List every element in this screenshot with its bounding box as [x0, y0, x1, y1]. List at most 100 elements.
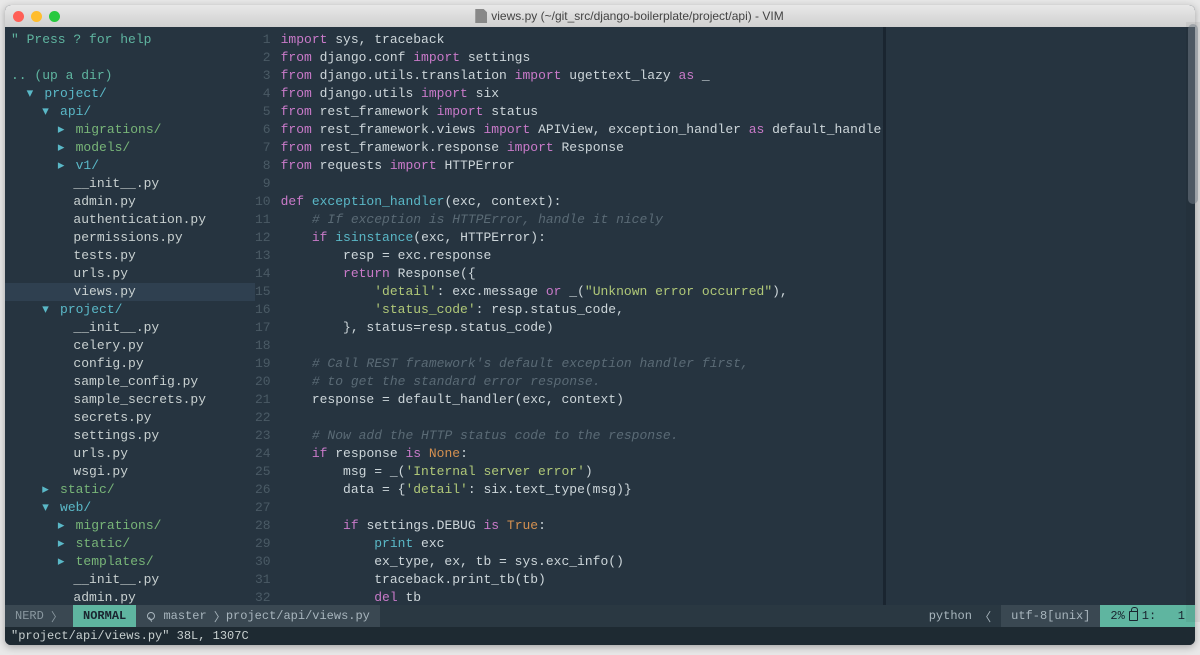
code-line[interactable]: print exc — [281, 535, 883, 553]
code-line[interactable]: return Response({ — [281, 265, 883, 283]
lineno: 15 — [255, 283, 271, 301]
lineno: 21 — [255, 391, 271, 409]
tree-dir[interactable]: ▸ v1/ — [5, 157, 255, 175]
code-line[interactable]: from django.utils.translation import uge… — [281, 67, 883, 85]
tree-file[interactable]: __init__.py — [5, 571, 255, 589]
encoding-indicator: utf-8[unix] — [1001, 605, 1100, 627]
tree-dir[interactable]: ▾ api/ — [5, 103, 255, 121]
tree-dir[interactable]: ▸ models/ — [5, 139, 255, 157]
window-title: views.py (~/git_src/django-boilerplate/p… — [72, 9, 1187, 23]
zoom-icon[interactable] — [49, 11, 60, 22]
git-branch: master 〉project/api/views.py — [136, 605, 380, 627]
code-line[interactable]: ex_type, ex, tb = sys.exc_info() — [281, 553, 883, 571]
minimize-icon[interactable] — [31, 11, 42, 22]
code-line[interactable]: from rest_framework.views import APIView… — [281, 121, 883, 139]
tree-file[interactable]: urls.py — [5, 445, 255, 463]
code-line[interactable]: from rest_framework.response import Resp… — [281, 139, 883, 157]
tree-file[interactable]: wsgi.py — [5, 463, 255, 481]
tree-file[interactable]: admin.py — [5, 193, 255, 211]
lineno: 12 — [255, 229, 271, 247]
code-line[interactable]: # Now add the HTTP status code to the re… — [281, 427, 883, 445]
source-code[interactable]: import sys, tracebackfrom django.conf im… — [277, 27, 883, 605]
tree-file[interactable]: permissions.py — [5, 229, 255, 247]
tree-file[interactable]: secrets.py — [5, 409, 255, 427]
editor-area: " Press ? for help .. (up a dir) ▾ proje… — [5, 27, 1195, 605]
lineno: 16 — [255, 301, 271, 319]
code-line[interactable]: if isinstance(exc, HTTPError): — [281, 229, 883, 247]
code-line[interactable]: traceback.print_tb(tb) — [281, 571, 883, 589]
code-line[interactable]: def exception_handler(exc, context): — [281, 193, 883, 211]
lineno: 31 — [255, 571, 271, 589]
statusline: NERD 〉 NORMAL master 〉project/api/views.… — [5, 605, 1195, 627]
code-line[interactable]: del tb — [281, 589, 883, 605]
lineno: 14 — [255, 265, 271, 283]
tree-dir[interactable]: ▸ static/ — [5, 535, 255, 553]
tree-file[interactable]: __init__.py — [5, 175, 255, 193]
code-line[interactable]: }, status=resp.status_code) — [281, 319, 883, 337]
lineno: 19 — [255, 355, 271, 373]
code-line[interactable]: response = default_handler(exc, context) — [281, 391, 883, 409]
code-line[interactable]: from django.utils import six — [281, 85, 883, 103]
code-line[interactable]: 'status_code': resp.status_code, — [281, 301, 883, 319]
tree-file[interactable]: admin.py — [5, 589, 255, 605]
code-line[interactable] — [281, 409, 883, 427]
lineno: 24 — [255, 445, 271, 463]
lineno: 7 — [255, 139, 271, 157]
code-line[interactable]: if response is None: — [281, 445, 883, 463]
scrollbar[interactable] — [1186, 22, 1195, 622]
code-line[interactable]: msg = _('Internal server error') — [281, 463, 883, 481]
code-line[interactable] — [281, 175, 883, 193]
code-line[interactable]: if settings.DEBUG is True: — [281, 517, 883, 535]
tree-file[interactable]: urls.py — [5, 265, 255, 283]
lineno: 22 — [255, 409, 271, 427]
nerdtree-sidebar[interactable]: " Press ? for help .. (up a dir) ▾ proje… — [5, 27, 255, 605]
titlebar[interactable]: views.py (~/git_src/django-boilerplate/p… — [5, 5, 1195, 27]
tree-file[interactable]: sample_secrets.py — [5, 391, 255, 409]
code-line[interactable]: # If exception is HTTPError, handle it n… — [281, 211, 883, 229]
lineno: 30 — [255, 553, 271, 571]
lineno: 26 — [255, 481, 271, 499]
code-line[interactable]: import sys, traceback — [281, 31, 883, 49]
tree-file[interactable]: config.py — [5, 355, 255, 373]
lineno: 8 — [255, 157, 271, 175]
tree-dir[interactable]: ▸ templates/ — [5, 553, 255, 571]
lineno: 13 — [255, 247, 271, 265]
code-line[interactable]: from django.conf import settings — [281, 49, 883, 67]
lineno: 2 — [255, 49, 271, 67]
lineno: 9 — [255, 175, 271, 193]
tree-file[interactable]: views.py — [5, 283, 255, 301]
empty-buffer[interactable] — [885, 27, 1195, 605]
tree-dir[interactable]: ▸ migrations/ — [5, 121, 255, 139]
branch-icon — [146, 611, 156, 622]
mode-indicator: NORMAL — [73, 605, 136, 627]
tree-dir[interactable]: ▾ project/ — [5, 85, 255, 103]
close-icon[interactable] — [13, 11, 24, 22]
help-line: " Press ? for help — [5, 31, 255, 49]
up-dir[interactable]: .. (up a dir) — [5, 67, 255, 85]
code-line[interactable]: data = {'detail': six.text_type(msg)} — [281, 481, 883, 499]
tree-file[interactable]: authentication.py — [5, 211, 255, 229]
code-line[interactable] — [281, 337, 883, 355]
tree-file[interactable]: sample_config.py — [5, 373, 255, 391]
lineno: 32 — [255, 589, 271, 605]
code-line[interactable]: # to get the standard error response. — [281, 373, 883, 391]
tree-file[interactable]: celery.py — [5, 337, 255, 355]
tree-file[interactable]: __init__.py — [5, 319, 255, 337]
filetype-indicator: python 〈 — [919, 605, 1001, 627]
code-line[interactable]: from rest_framework import status — [281, 103, 883, 121]
code-line[interactable]: from requests import HTTPError — [281, 157, 883, 175]
code-line[interactable] — [281, 499, 883, 517]
scrollbar-thumb[interactable] — [1188, 24, 1195, 204]
tree-dir[interactable]: ▾ web/ — [5, 499, 255, 517]
code-line[interactable]: resp = exc.response — [281, 247, 883, 265]
tree-dir[interactable]: ▾ project/ — [5, 301, 255, 319]
code-line[interactable]: # Call REST framework's default exceptio… — [281, 355, 883, 373]
code-line[interactable]: 'detail': exc.message or _("Unknown erro… — [281, 283, 883, 301]
tree-file[interactable]: settings.py — [5, 427, 255, 445]
tree-dir[interactable]: ▸ static/ — [5, 481, 255, 499]
tree-file[interactable]: tests.py — [5, 247, 255, 265]
lineno: 20 — [255, 373, 271, 391]
tree-dir[interactable]: ▸ migrations/ — [5, 517, 255, 535]
code-pane[interactable]: 1234567891011121314151617181920212223242… — [255, 27, 883, 605]
lineno: 11 — [255, 211, 271, 229]
